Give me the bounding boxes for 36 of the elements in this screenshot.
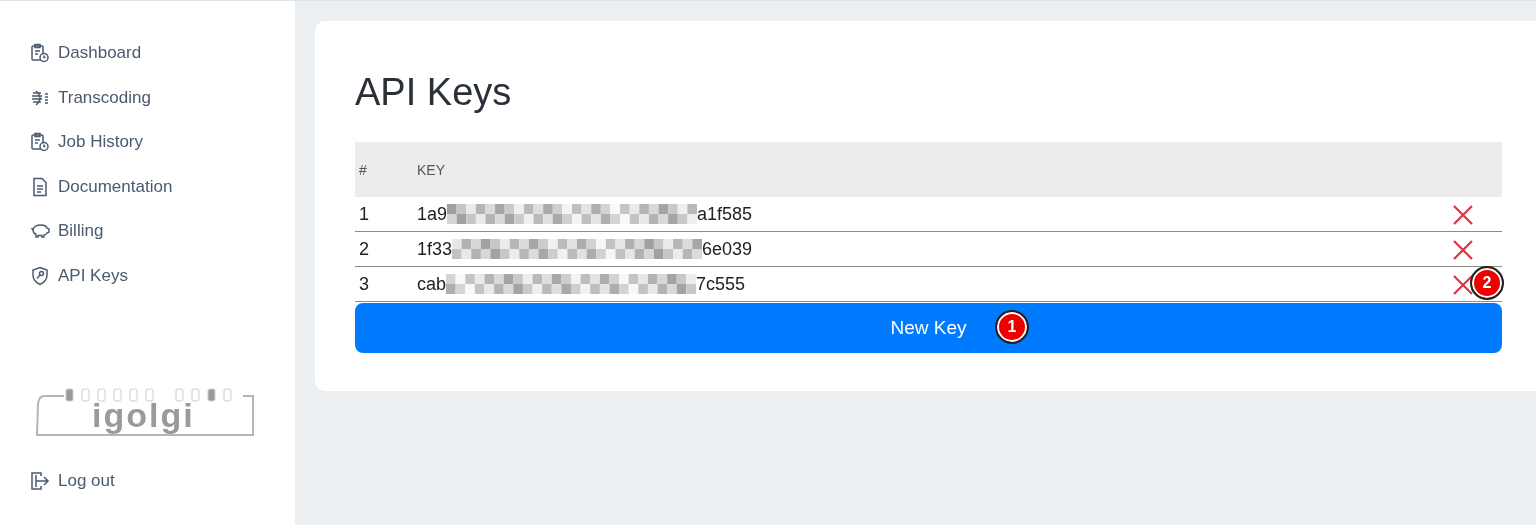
key-start: 1f33 [417, 238, 453, 260]
sidebar-item-label: API Keys [58, 265, 128, 286]
page-title: API Keys [355, 71, 513, 114]
sidebar-item-label: Transcoding [58, 87, 151, 108]
shield-key-icon [30, 265, 50, 286]
column-header: KEY [413, 142, 1424, 197]
key-end: a1f585 [697, 203, 753, 225]
row-number: 1 [355, 197, 413, 232]
sidebar-item[interactable]: Job History [0, 120, 295, 165]
key-start: 1a9 [417, 203, 448, 225]
sidebar-item[interactable]: API Keys [0, 253, 295, 299]
row-number: 3 [355, 266, 413, 302]
sidebar-item[interactable]: Documentation [0, 164, 295, 210]
sidebar-item[interactable]: Transcoding [0, 75, 295, 121]
document-icon [30, 176, 50, 197]
key-start: cab [417, 273, 447, 295]
clipboard-clock-icon [30, 43, 50, 64]
key-end: 7c555 [696, 273, 746, 295]
new-key-button[interactable]: New Key 1 [355, 303, 1502, 353]
logout-link[interactable]: Log out [0, 458, 295, 503]
sidebar-item-label: Documentation [58, 176, 173, 197]
logout-icon [30, 470, 50, 491]
key-end: 6e039 [702, 238, 753, 260]
marker-badge: 1 [995, 310, 1029, 344]
column-header: # [355, 142, 413, 197]
marker-badge: 2 [1470, 266, 1504, 300]
sidebar-item-label: Dashboard [58, 43, 142, 64]
logout-label: Log out [58, 470, 115, 491]
sidebar-item[interactable]: Dashboard [0, 31, 295, 76]
sidebar-item[interactable]: Billing [0, 209, 295, 254]
row-number: 2 [355, 231, 413, 267]
sidebar-item-label: Billing [58, 221, 104, 242]
delete-icon[interactable] [1453, 274, 1473, 295]
sidebar-item-label: Job History [58, 132, 144, 153]
logo-text: igolgi [92, 397, 195, 434]
clipboard-clock-icon [30, 132, 50, 153]
